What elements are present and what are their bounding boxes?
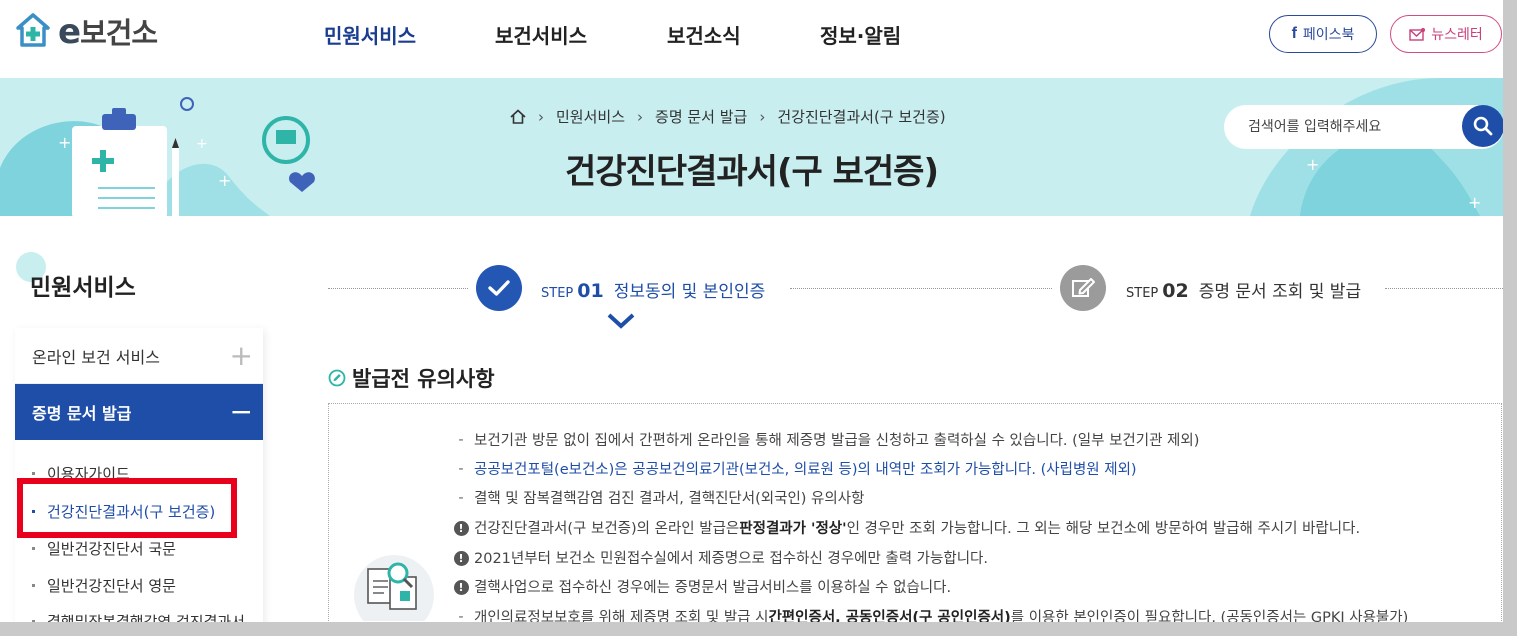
page-title: 건강진단결과서(구 보건증) [565,152,939,192]
facebook-label: 페이스북 [1302,27,1355,43]
step-divider [1385,288,1503,289]
nav-info-notice[interactable]: 정보·알림 [820,20,901,49]
home-icon[interactable] [510,109,526,124]
exclamation-icon: ! [453,550,469,566]
bullet [32,472,35,475]
nav-civil-service[interactable]: 민원서비스 [324,20,416,49]
plus-icon: + [229,338,253,372]
sidebar-menu-label: 온라인 보건 서비스 [32,347,160,367]
page-banner: + + + + + › 민원서비스 › 증명 문서 발급 › 건강진단결과서(구… [0,78,1503,216]
window-edge [1503,0,1517,636]
step1-label: STEP 01 정보동의 및 본인인증 [541,280,766,302]
sidebar-menu-label: 증명 문서 발급 [32,404,132,423]
step2-label: STEP 02 증명 문서 조회 및 발급 [1126,280,1362,302]
step-divider [328,288,468,289]
newsletter-label: 뉴스레터 [1431,27,1483,43]
sidebar-sub-tuberculosis[interactable]: 결핵및잠복결핵감염 검진결과서 [32,611,245,622]
search-input[interactable] [1224,105,1454,149]
notice-line-7: - 개인의료정보보호를 위해 제증명 조회 및 발급 시 간편인증서, 공동인증서… [458,608,1409,623]
chevron-right-icon: › [759,107,766,126]
logo-text: e보건소 [58,12,158,52]
step2-edit-icon [1060,265,1106,311]
breadcrumb-item[interactable]: 건강진단결과서(구 보건증) [777,106,945,127]
mail-icon [1409,27,1426,41]
site-logo[interactable]: e보건소 [14,10,158,52]
bullet [32,584,35,587]
window-edge [0,622,1517,636]
nav-health-service[interactable]: 보건서비스 [495,20,587,49]
sidebar-menu-online-health[interactable]: 온라인 보건 서비스 + [15,328,263,384]
sidebar-sub-general-english[interactable]: 일반건강진단서 영문 [32,575,176,596]
exclamation-icon: ! [453,520,469,536]
breadcrumb: › 민원서비스 › 증명 문서 발급 › 건강진단결과서(구 보건증) [510,106,946,127]
sidebar-sub-general-korean[interactable]: 일반건강진단서 국문 [32,538,176,559]
browser-viewport: e보건소 민원서비스 보건서비스 보건소식 정보·알림 f 페이스북 뉴스레터 [0,0,1503,622]
svg-text:+: + [1468,193,1481,212]
chevron-right-icon: › [637,107,644,126]
chevron-down-icon [607,313,635,329]
notice-line-1: - 보건기관 방문 없이 집에서 간편하게 온라인을 통해 제증명 발급을 신청하… [458,431,1200,450]
breadcrumb-item[interactable]: 민원서비스 [556,106,625,127]
site-header: e보건소 민원서비스 보건서비스 보건소식 정보·알림 f 페이스북 뉴스레터 [0,0,1503,78]
step-divider [790,288,1052,289]
bullet [32,547,35,550]
breadcrumb-item[interactable]: 증명 문서 발급 [655,106,747,127]
health-house-icon [16,13,50,47]
notice-line-6: ! 결핵사업으로 접수하신 경우에는 증명문서 발급서비스를 이용하실 수 없습… [452,576,951,597]
sidebar-title: 민원서비스 [30,275,136,301]
newsletter-button[interactable]: 뉴스레터 [1390,15,1502,53]
document-search-icon [354,555,434,621]
notice-line-5: ! 2021년부터 보건소 민원접수실에서 제증명으로 접수하신 경우에만 출력… [452,547,988,568]
chevron-right-icon: › [538,107,544,126]
search-icon [1473,116,1493,136]
pencil-circle-icon [328,369,346,387]
notice-title: 발급전 유의사항 [328,363,495,393]
notice-line-2: - 공공보건포털(e보건소)은 공공보건의료기관(보건소, 의료원 등)의 내역만… [458,460,1137,479]
notice-line-4: ! 건강진단결과서(구 보건증)의 온라인 발급은 판정결과가 '정상' 인 경우… [452,517,1360,538]
nav-health-news[interactable]: 보건소식 [667,20,741,49]
facebook-button[interactable]: f 페이스북 [1269,15,1377,53]
notice-line-3: - 결핵 및 잠복결핵감염 검진 결과서, 결핵진단서(외국인) 유의사항 [458,489,865,508]
facebook-icon: f [1291,25,1297,42]
step1-check-icon [476,265,522,311]
sidebar-menu-certificate[interactable]: 증명 문서 발급 − [15,384,263,440]
search-button[interactable] [1462,105,1503,147]
highlight-annotation [17,478,237,538]
minus-icon: − [229,395,253,428]
exclamation-icon: ! [453,579,469,595]
